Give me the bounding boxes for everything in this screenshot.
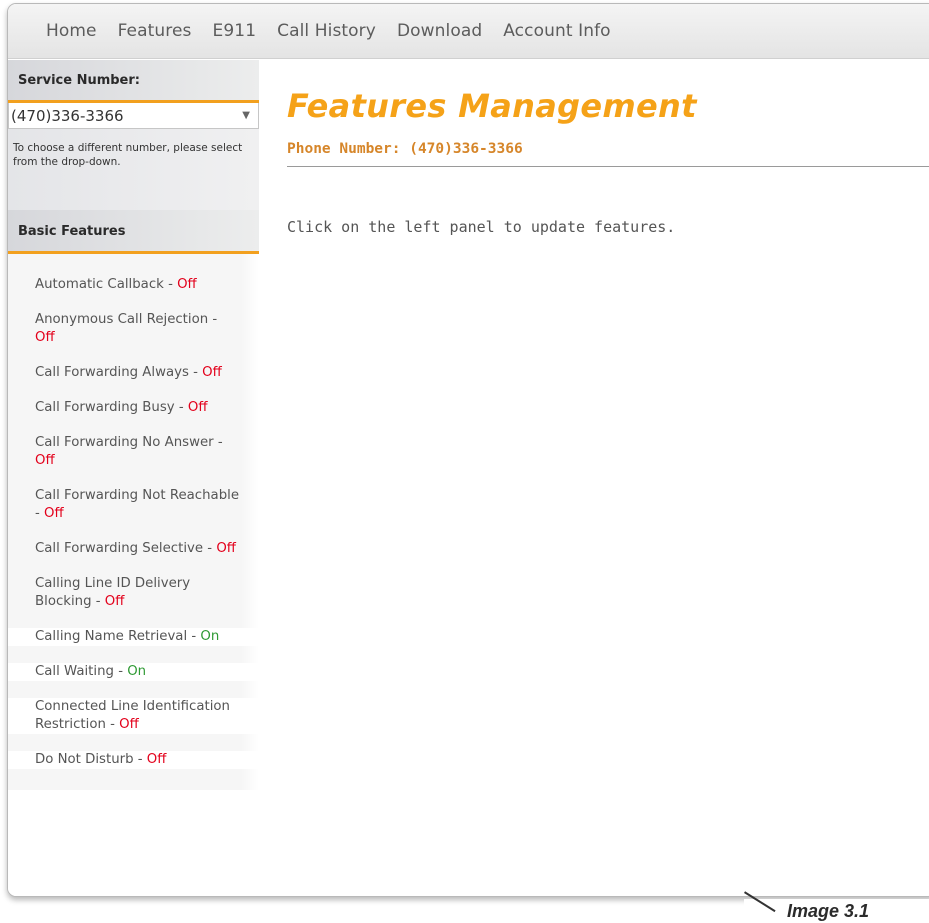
- selected-number: (470)336-3366: [11, 106, 124, 125]
- feature-call-forwarding-selective[interactable]: Call Forwarding Selective - Off: [8, 540, 259, 558]
- feature-call-forwarding-no-answer[interactable]: Call Forwarding No Answer - Off: [8, 434, 259, 470]
- sidebar: Service Number: (470)336-3366 ▼ To choos…: [8, 60, 259, 896]
- feature-status: Off: [216, 541, 236, 556]
- feature-label: Call Forwarding Not Reachable -: [35, 488, 240, 521]
- feature-calling-line-id-delivery-blocking[interactable]: Calling Line ID Delivery Blocking - Off: [8, 575, 259, 611]
- feature-calling-name-retrieval[interactable]: Calling Name Retrieval - On: [8, 628, 259, 646]
- top-nav: Home Features E911 Call History Download…: [8, 4, 929, 59]
- nav-account-info[interactable]: Account Info: [503, 21, 610, 41]
- app-window: Home Features E911 Call History Download…: [7, 3, 929, 897]
- image-caption: Image 3.1: [744, 891, 929, 923]
- feature-call-waiting[interactable]: Call Waiting - On: [8, 663, 259, 681]
- feature-status: Off: [202, 365, 222, 380]
- feature-call-forwarding-not-reachable[interactable]: Call Forwarding Not Reachable - Off: [8, 487, 259, 523]
- feature-label: Calling Name Retrieval -: [35, 629, 201, 644]
- page-title: Features Management: [287, 87, 697, 125]
- feature-label: Call Forwarding No Answer -: [35, 435, 223, 450]
- feature-label: Anonymous Call Rejection -: [35, 312, 218, 327]
- feature-status: Off: [119, 717, 139, 732]
- feature-label: Do Not Disturb -: [35, 752, 147, 767]
- service-number-heading: Service Number:: [8, 60, 259, 103]
- feature-status: Off: [35, 330, 55, 345]
- feature-status: Off: [187, 400, 208, 415]
- feature-call-forwarding-busy[interactable]: Call Forwarding Busy - Off: [8, 399, 259, 417]
- feature-do-not-disturb[interactable]: Do Not Disturb - Off: [8, 751, 259, 769]
- features-list: Automatic Callback - Off Anonymous Call …: [8, 254, 259, 790]
- dropdown-arrow-icon: ▼: [242, 110, 250, 121]
- feature-status: Off: [44, 506, 64, 521]
- main-content: Features Management Phone Number: (470)3…: [287, 60, 929, 896]
- feature-label: Automatic Callback -: [35, 277, 178, 292]
- feature-label: Call Forwarding Selective -: [35, 541, 217, 556]
- feature-status: Off: [104, 594, 125, 609]
- feature-label: Call Waiting -: [35, 664, 128, 679]
- feature-status: Off: [146, 752, 167, 767]
- service-number-select[interactable]: (470)336-3366 ▼: [8, 103, 259, 129]
- phone-number-label: Phone Number: (470)336-3366: [287, 141, 929, 167]
- feature-status: On: [127, 664, 147, 679]
- instruction-text: Click on the left panel to update featur…: [287, 218, 676, 236]
- nav-features[interactable]: Features: [118, 21, 192, 41]
- nav-e911[interactable]: E911: [213, 21, 257, 41]
- feature-status: Off: [35, 453, 55, 468]
- nav-download[interactable]: Download: [397, 21, 482, 41]
- nav-call-history[interactable]: Call History: [277, 21, 376, 41]
- feature-connected-line-identification-restriction[interactable]: Connected Line Identification Restrictio…: [8, 698, 259, 734]
- caption-text: Image 3.1: [787, 901, 870, 921]
- feature-status: Off: [177, 277, 197, 292]
- feature-automatic-callback[interactable]: Automatic Callback - Off: [8, 276, 259, 294]
- select-help-text: To choose a different number, please sel…: [8, 129, 259, 210]
- feature-label: Call Forwarding Busy -: [35, 400, 188, 415]
- feature-call-forwarding-always[interactable]: Call Forwarding Always - Off: [8, 364, 259, 382]
- feature-anonymous-call-rejection[interactable]: Anonymous Call Rejection - Off: [8, 311, 259, 347]
- feature-label: Call Forwarding Always -: [35, 365, 203, 380]
- nav-home[interactable]: Home: [46, 21, 97, 41]
- basic-features-heading: Basic Features: [8, 210, 259, 254]
- feature-status: On: [200, 629, 220, 644]
